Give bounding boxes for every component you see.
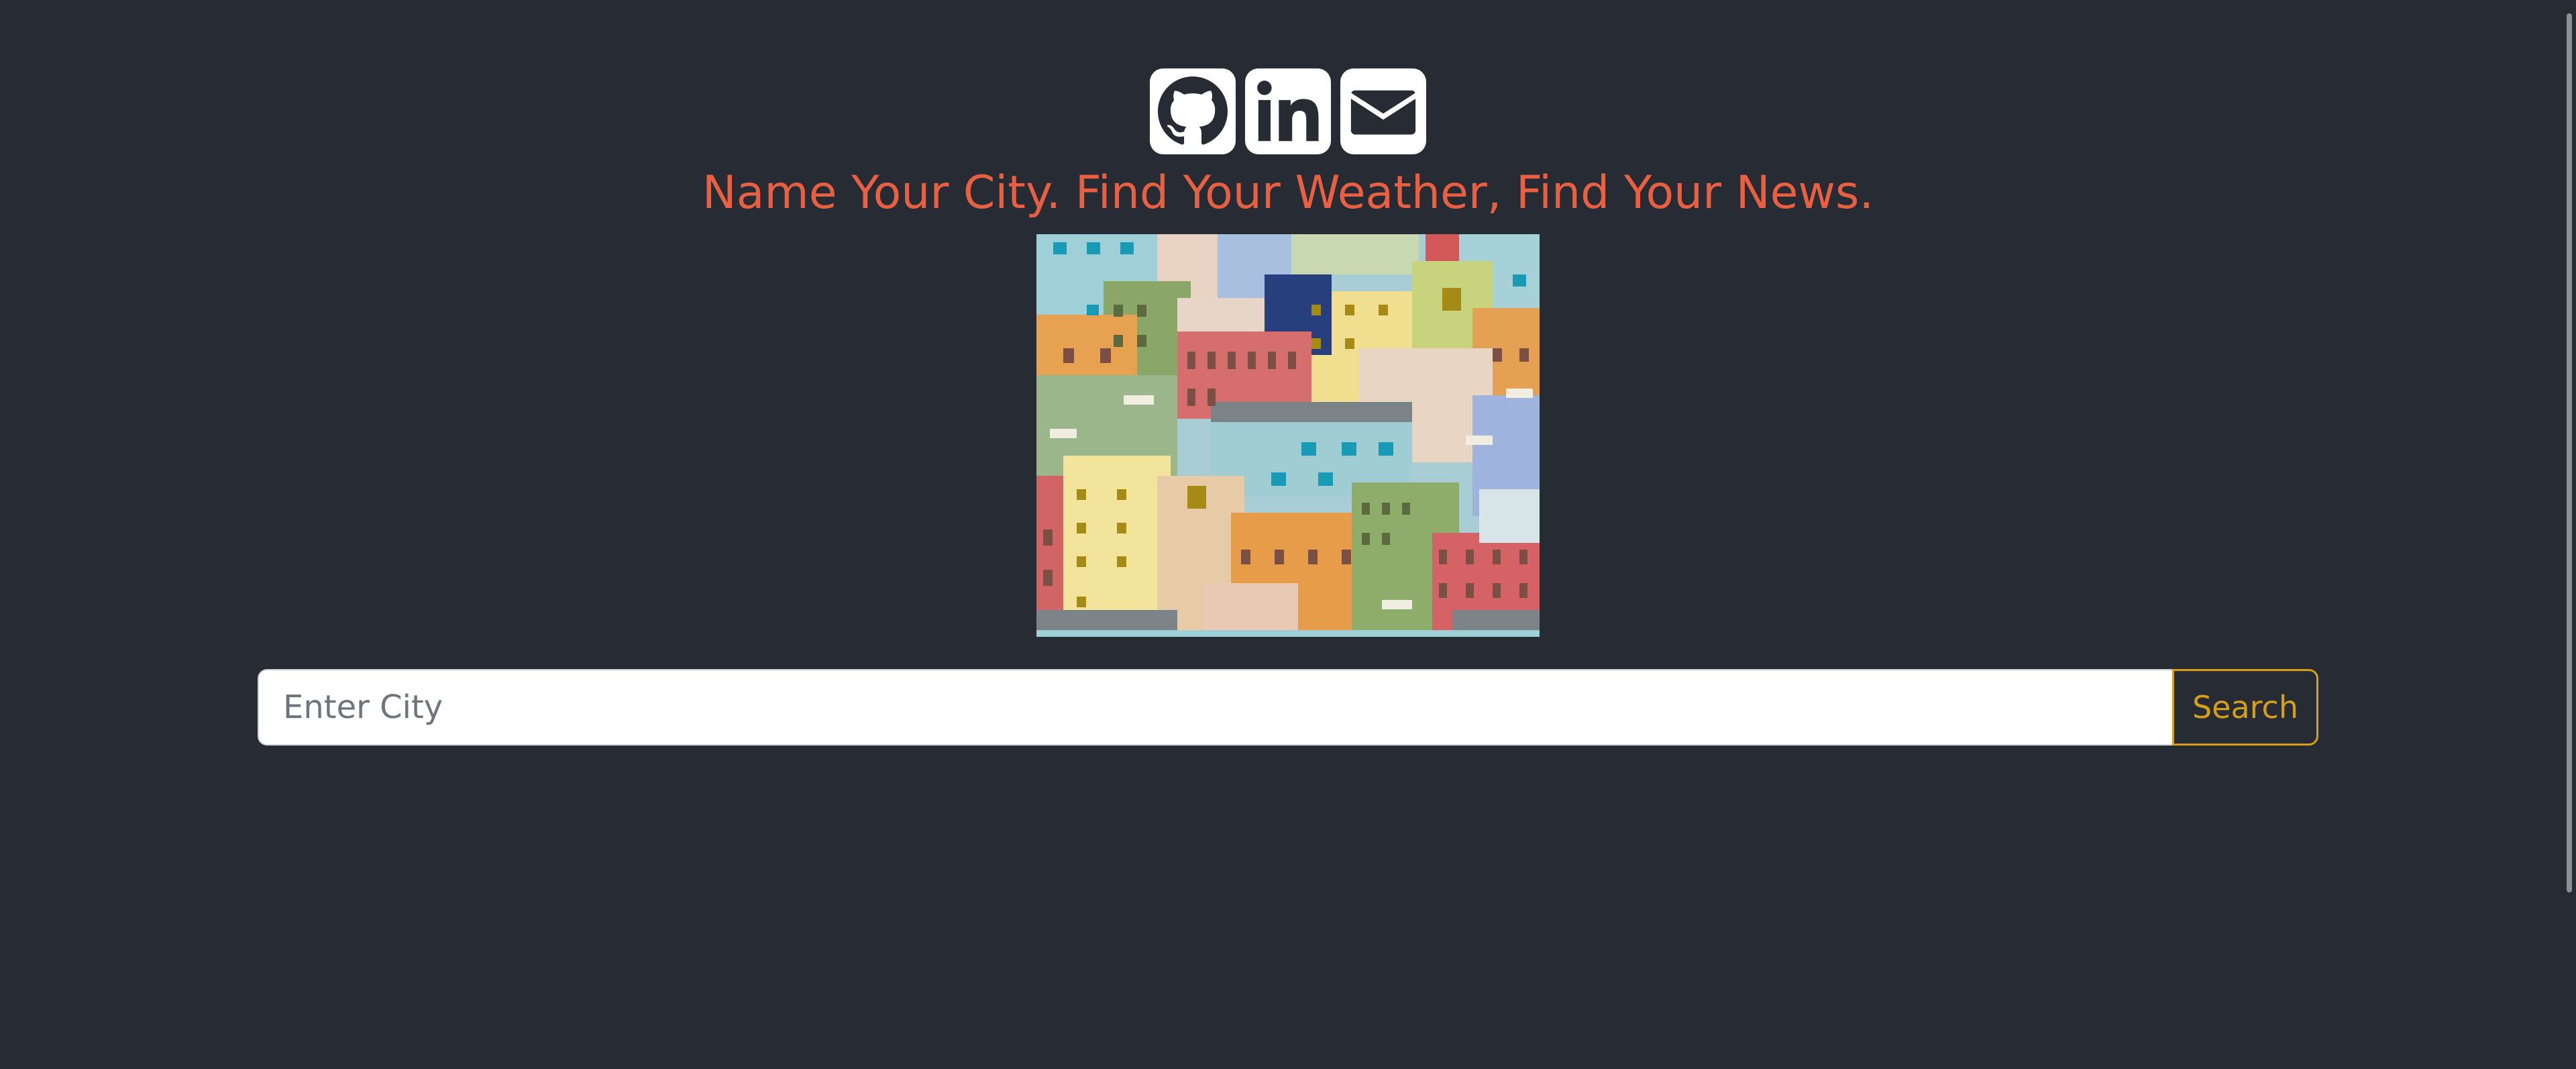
city-buildings-image	[1036, 234, 1540, 637]
city-search-input[interactable]	[258, 669, 2172, 746]
envelope-icon	[1350, 90, 1416, 135]
vertical-scrollbar[interactable]	[2560, 0, 2576, 1069]
page: Name Your City. Find Your Weather, Find …	[0, 0, 2576, 1069]
linkedin-icon	[1257, 81, 1319, 142]
linkedin-link[interactable]	[1245, 68, 1331, 154]
github-link[interactable]	[1150, 68, 1236, 154]
github-icon	[1158, 77, 1228, 145]
search-button[interactable]: Search	[2172, 669, 2318, 746]
scrollbar-thumb[interactable]	[2567, 13, 2572, 893]
email-link[interactable]	[1340, 68, 1426, 154]
city-search-form: Search	[258, 669, 2318, 746]
social-links	[0, 68, 2576, 154]
page-title: Name Your City. Find Your Weather, Find …	[702, 166, 1874, 219]
city-illustration	[1036, 234, 1540, 637]
